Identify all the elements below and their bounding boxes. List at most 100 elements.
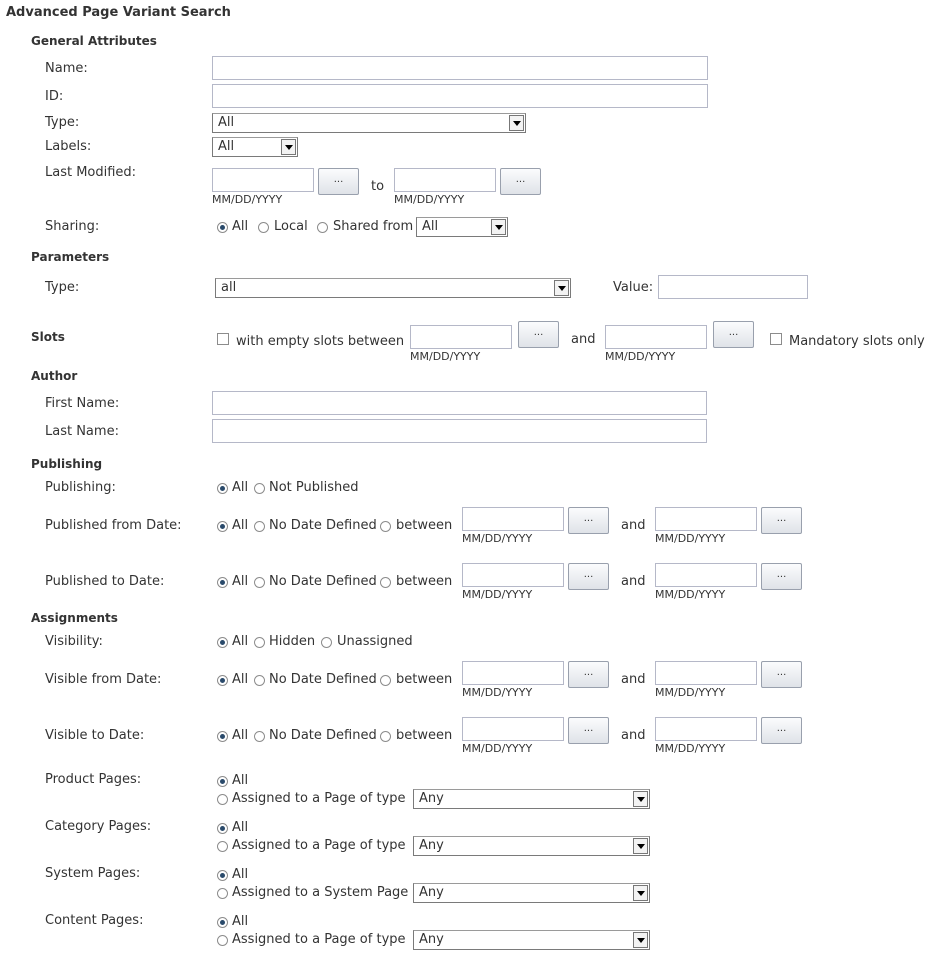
visible-from-no-date-radio[interactable]: [254, 675, 265, 686]
empty-slots-checkbox[interactable]: [217, 333, 229, 345]
date-picker-button[interactable]: ...: [761, 563, 802, 590]
labels-select[interactable]: All: [212, 137, 298, 157]
sharing-shared-radio[interactable]: [317, 222, 328, 233]
visible-to-no-date-radio[interactable]: [254, 731, 265, 742]
option-no-date-label: No Date Defined: [269, 728, 377, 743]
date-picker-button[interactable]: ...: [761, 717, 802, 744]
visibility-hidden-radio[interactable]: [254, 637, 265, 648]
content-all-radio[interactable]: [217, 917, 228, 928]
sharing-local-radio[interactable]: [258, 222, 269, 233]
date-picker-button[interactable]: ...: [568, 717, 609, 744]
sharing-all-radio[interactable]: [217, 222, 228, 233]
visible-from-between-radio[interactable]: [380, 675, 391, 686]
date-picker-button[interactable]: ...: [568, 507, 609, 534]
published-to-end-input[interactable]: [655, 563, 757, 587]
product-assigned-radio[interactable]: [217, 794, 228, 805]
date-picker-button[interactable]: ...: [568, 563, 609, 590]
date-picker-button[interactable]: ...: [568, 661, 609, 688]
visible-to-all-radio[interactable]: [217, 731, 228, 742]
published-from-label: Published from Date:: [45, 518, 182, 533]
published-to-all-radio[interactable]: [217, 577, 228, 588]
name-input[interactable]: [212, 56, 708, 80]
publishing-all-radio[interactable]: [217, 483, 228, 494]
chevron-down-icon[interactable]: [281, 139, 296, 155]
parameter-value-input[interactable]: [658, 275, 808, 299]
system-assigned-radio[interactable]: [217, 888, 228, 899]
id-label: ID:: [45, 89, 64, 104]
chevron-down-icon[interactable]: [633, 932, 648, 948]
published-to-no-date-radio[interactable]: [254, 577, 265, 588]
visible-from-all-radio[interactable]: [217, 675, 228, 686]
system-all-radio[interactable]: [217, 870, 228, 881]
published-from-between-radio[interactable]: [380, 521, 391, 532]
content-page-type-select[interactable]: Any: [413, 930, 650, 950]
category-pages-label: Category Pages:: [45, 819, 152, 834]
type-select[interactable]: All: [212, 113, 526, 133]
date-format-hint: MM/DD/YYYY: [462, 532, 533, 545]
last-modified-from-input[interactable]: [212, 168, 314, 192]
date-picker-button[interactable]: ...: [318, 168, 359, 195]
date-picker-button[interactable]: ...: [500, 168, 541, 195]
chevron-down-icon[interactable]: [633, 838, 648, 854]
product-page-type-select[interactable]: Any: [413, 789, 650, 809]
last-modified-to-input[interactable]: [394, 168, 496, 192]
first-name-input[interactable]: [212, 391, 707, 415]
publishing-not-published-label: Not Published: [269, 480, 359, 495]
category-assigned-label: Assigned to a Page of type: [232, 838, 406, 853]
labels-select-value: All: [218, 139, 235, 154]
shared-from-select[interactable]: All: [416, 217, 508, 237]
date-picker-button[interactable]: ...: [713, 321, 754, 348]
date-picker-button[interactable]: ...: [761, 661, 802, 688]
visibility-all-radio[interactable]: [217, 637, 228, 648]
product-all-radio[interactable]: [217, 776, 228, 787]
option-all-label: All: [232, 518, 249, 533]
visible-to-start-input[interactable]: [462, 717, 564, 741]
published-to-start-input[interactable]: [462, 563, 564, 587]
product-page-type-value: Any: [419, 791, 444, 806]
date-picker-button[interactable]: ...: [518, 321, 559, 348]
parameter-type-label: Type:: [45, 280, 80, 295]
publishing-not-published-radio[interactable]: [254, 483, 265, 494]
date-picker-button[interactable]: ...: [761, 507, 802, 534]
slots-to-input[interactable]: [605, 325, 707, 349]
slots-and-label: and: [571, 332, 596, 347]
chevron-down-icon[interactable]: [491, 219, 506, 235]
content-page-type-value: Any: [419, 932, 444, 947]
visible-to-between-radio[interactable]: [380, 731, 391, 742]
visibility-unassigned-radio[interactable]: [321, 637, 332, 648]
option-between-label: between: [396, 518, 453, 533]
published-from-all-radio[interactable]: [217, 521, 228, 532]
chevron-down-icon[interactable]: [554, 280, 569, 296]
content-assigned-radio[interactable]: [217, 935, 228, 946]
sharing-all-label: All: [232, 219, 249, 234]
option-no-date-label: No Date Defined: [269, 672, 377, 687]
mandatory-slots-checkbox[interactable]: [770, 333, 782, 345]
last-modified-label: Last Modified:: [45, 165, 137, 180]
visible-to-label: Visible to Date:: [45, 728, 145, 743]
chevron-down-icon[interactable]: [633, 791, 648, 807]
chevron-down-icon[interactable]: [633, 885, 648, 901]
date-format-hint: MM/DD/YYYY: [462, 686, 533, 699]
visibility-hidden-label: Hidden: [269, 634, 316, 649]
visible-from-start-input[interactable]: [462, 661, 564, 685]
publishing-all-label: All: [232, 480, 249, 495]
chevron-down-icon[interactable]: [509, 115, 524, 131]
date-format-hint: MM/DD/YYYY: [605, 350, 676, 363]
visible-from-end-input[interactable]: [655, 661, 757, 685]
system-page-select[interactable]: Any: [413, 883, 650, 903]
slots-from-input[interactable]: [410, 325, 512, 349]
category-page-type-select[interactable]: Any: [413, 836, 650, 856]
option-between-label: between: [396, 728, 453, 743]
content-assigned-label: Assigned to a Page of type: [232, 932, 406, 947]
published-from-start-input[interactable]: [462, 507, 564, 531]
category-all-radio[interactable]: [217, 823, 228, 834]
category-assigned-radio[interactable]: [217, 841, 228, 852]
visible-to-end-input[interactable]: [655, 717, 757, 741]
published-from-no-date-radio[interactable]: [254, 521, 265, 532]
id-input[interactable]: [212, 84, 708, 108]
published-to-between-radio[interactable]: [380, 577, 391, 588]
published-from-end-input[interactable]: [655, 507, 757, 531]
last-name-input[interactable]: [212, 419, 707, 443]
section-assignments: Assignments: [31, 611, 118, 625]
parameter-type-select[interactable]: all: [215, 278, 571, 298]
